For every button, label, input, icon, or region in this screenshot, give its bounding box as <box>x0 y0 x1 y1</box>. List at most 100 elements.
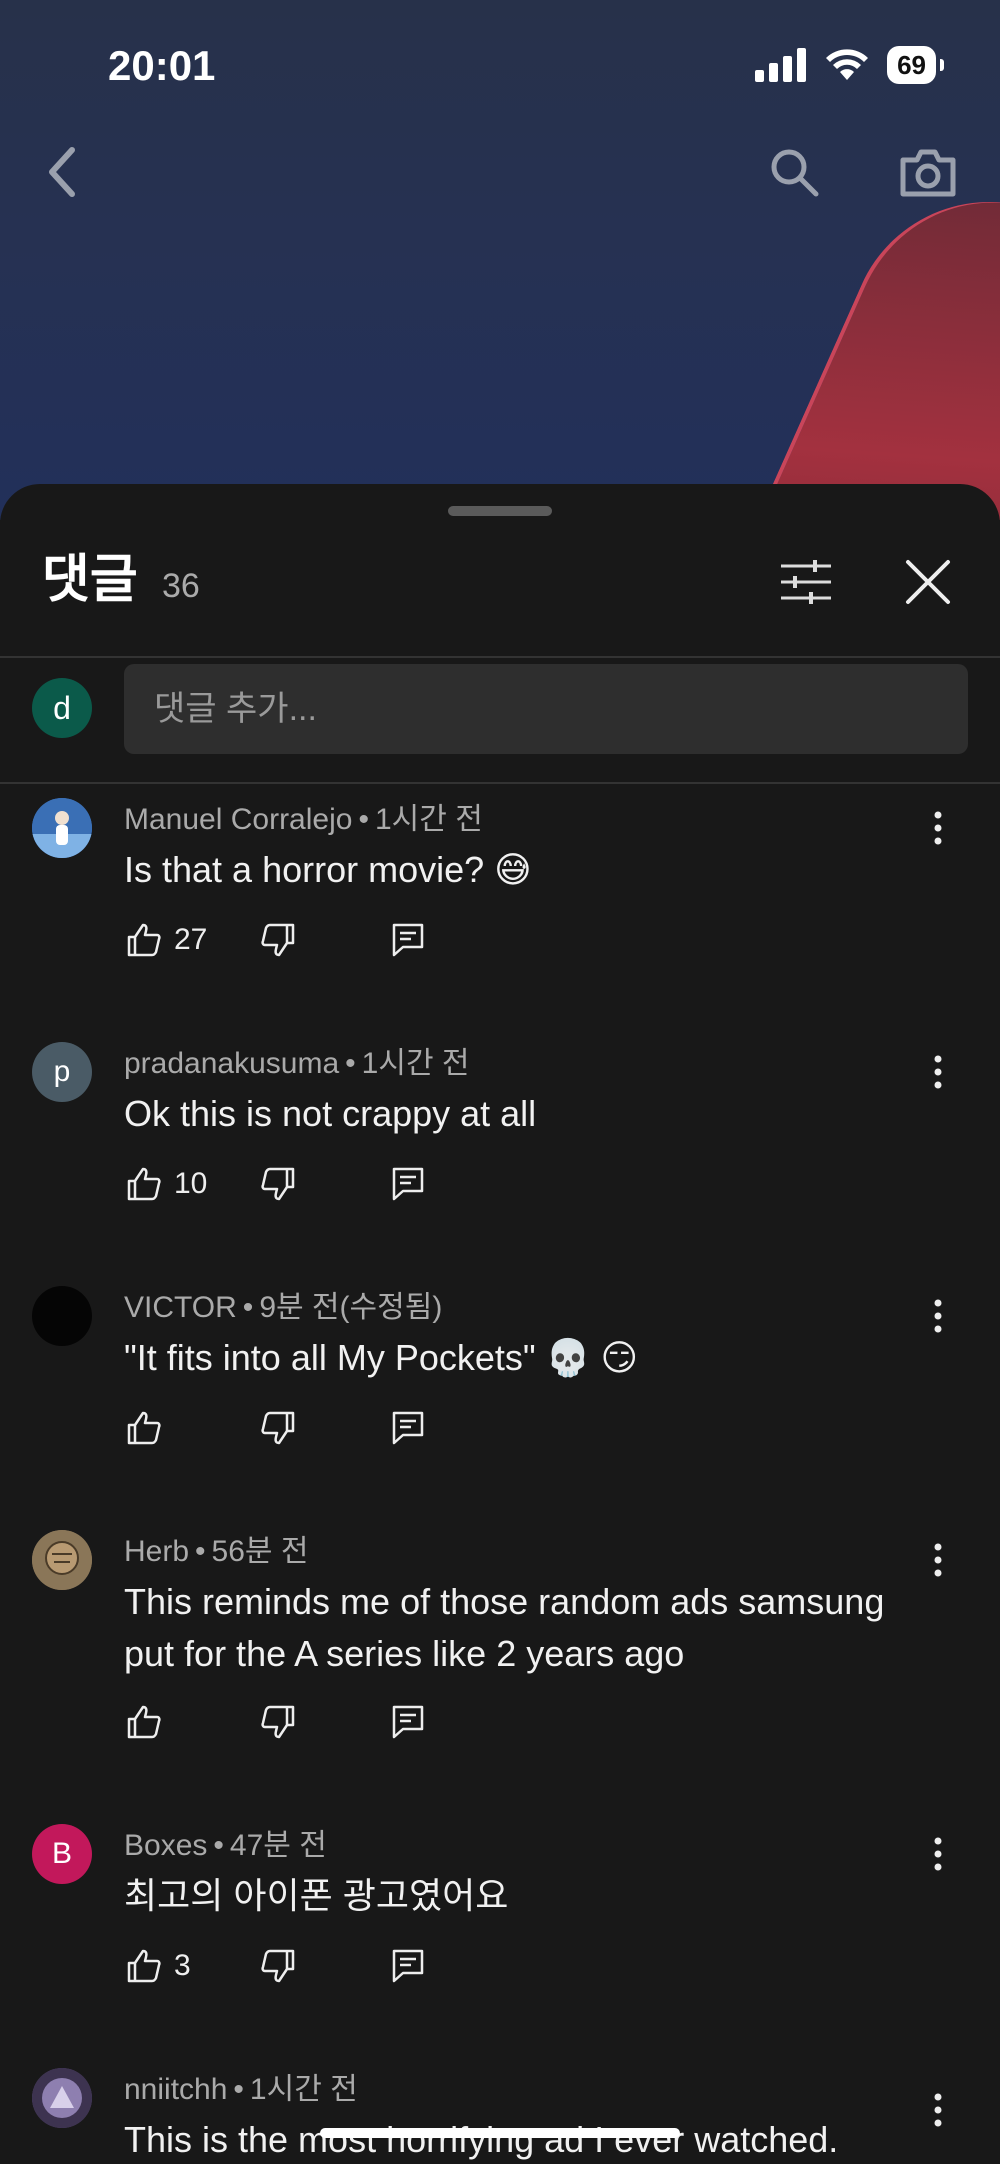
avatar[interactable]: p <box>32 1042 92 1102</box>
like-button[interactable] <box>120 910 168 970</box>
comment-item: p pradanakusuma • 1시간 전 Ok this is not cra… <box>0 1024 1000 1268</box>
comment-time: 56분 전 <box>211 1535 309 1568</box>
dislike-button[interactable] <box>254 1398 302 1458</box>
sheet-drag-handle[interactable] <box>448 506 552 516</box>
more-vertical-icon <box>934 2093 942 2127</box>
comment-text: Ok this is not crappy at all <box>124 1093 537 1134</box>
more-options-button[interactable] <box>906 796 970 860</box>
avatar-photo-icon <box>32 798 92 858</box>
more-vertical-icon <box>934 1837 942 1871</box>
video-frame-red-object <box>747 157 1000 520</box>
reply-button[interactable] <box>384 1154 432 1214</box>
comment-actions: 10 <box>120 1154 432 1214</box>
close-button[interactable] <box>896 550 960 614</box>
reply-comment-icon <box>392 1949 424 1983</box>
avatar[interactable] <box>32 2068 92 2128</box>
comment-actions: 3 <box>120 1936 432 1996</box>
avatar[interactable] <box>32 1530 92 1590</box>
like-button[interactable] <box>120 1154 168 1214</box>
comment-count: 36 <box>162 567 200 605</box>
thumbs-up-icon <box>127 923 161 957</box>
sheet-title: 댓글 <box>42 551 138 609</box>
comment-time: 1시간 전 <box>374 803 483 836</box>
more-vertical-icon <box>934 1299 942 1333</box>
comment-author[interactable]: VICTOR <box>124 1291 237 1324</box>
comment-author[interactable]: Boxes <box>124 1829 207 1862</box>
comment-item: VICTOR • 9분 전(수정됨) "It fits into all My Po… <box>0 1268 1000 1512</box>
my-avatar[interactable]: d <box>32 678 92 738</box>
comment-time: 1시간 전 <box>249 2073 358 2106</box>
comment-author[interactable]: pradanakusuma <box>124 1047 339 1080</box>
comment-actions <box>120 1692 432 1752</box>
comment-time: 9분 전(수정됨) <box>259 1291 443 1324</box>
like-button[interactable] <box>120 1936 168 1996</box>
more-options-button[interactable] <box>906 1528 970 1592</box>
chevron-left-icon <box>49 147 75 197</box>
like-count: 3 <box>174 1949 191 1982</box>
reply-comment-icon <box>392 923 424 957</box>
reply-button[interactable] <box>384 1936 432 1996</box>
home-indicator[interactable] <box>320 2128 680 2138</box>
dislike-button[interactable] <box>254 1154 302 1214</box>
more-options-button[interactable] <box>906 1040 970 1104</box>
like-button[interactable] <box>120 1692 168 1752</box>
comment-author[interactable]: Manuel Corralejo <box>124 803 352 836</box>
thumbs-down-icon <box>261 1411 295 1445</box>
thumbs-up-icon <box>127 1949 161 1983</box>
comment-author[interactable]: Herb <box>124 1535 189 1568</box>
like-button[interactable] <box>120 1398 168 1458</box>
status-icons: 69 <box>755 46 944 84</box>
thumbs-down-icon <box>261 1705 295 1739</box>
comment-author[interactable]: nniitchh <box>124 2073 227 2106</box>
reply-comment-icon <box>392 1167 424 1201</box>
status-bar: 20:01 69 <box>0 0 1000 130</box>
cellular-signal-icon <box>755 48 807 82</box>
comments-sheet: 댓글 36 d 댓글 추가... Manuel Corralejo • 1시간 … <box>0 484 1000 2164</box>
comment-item: nniitchh • 1시간 전 This is the most horrifyi… <box>0 2050 1000 2164</box>
thumbs-up-icon <box>127 1705 161 1739</box>
avatar[interactable] <box>32 1286 92 1346</box>
comment-text: This reminds me of those random ads sams… <box>124 1581 885 1674</box>
comment-text: 최고의 아이폰 광고였어요 <box>124 1875 509 1916</box>
comment-meta: Herb • 56분 전 <box>124 1535 309 1568</box>
sort-filter-button[interactable] <box>774 550 838 614</box>
comment-meta: pradanakusuma • 1시간 전 <box>124 1047 470 1080</box>
add-comment-row: d <box>0 656 1000 764</box>
close-icon <box>906 560 950 604</box>
comment-text: This is the most horrifying ad I ever wa… <box>124 2119 839 2160</box>
reply-button[interactable] <box>384 1398 432 1458</box>
avatar[interactable] <box>32 798 92 858</box>
sheet-header: 댓글 36 <box>0 544 1000 640</box>
avatar-photo-icon <box>32 2068 92 2128</box>
more-options-button[interactable] <box>906 1284 970 1348</box>
more-options-button[interactable] <box>906 2078 970 2142</box>
add-comment-input[interactable] <box>124 664 968 754</box>
avatar[interactable]: B <box>32 1824 92 1884</box>
like-count: 27 <box>174 923 208 956</box>
status-time: 20:01 <box>108 42 216 89</box>
comment-meta: nniitchh • 1시간 전 <box>124 2073 358 2106</box>
reply-comment-icon <box>392 1411 424 1445</box>
comment-meta: Manuel Corralejo • 1시간 전 <box>124 803 483 836</box>
dislike-button[interactable] <box>254 1692 302 1752</box>
comment-time: 47분 전 <box>229 1829 327 1862</box>
comment-time: 1시간 전 <box>361 1047 470 1080</box>
back-button[interactable] <box>30 140 94 204</box>
like-count: 10 <box>174 1167 208 1200</box>
battery-indicator: 69 <box>887 46 944 84</box>
comment-item: Manuel Corralejo • 1시간 전 Is that a horror … <box>0 780 1000 1024</box>
thumbs-up-icon <box>127 1167 161 1201</box>
camera-button[interactable] <box>896 140 960 204</box>
comment-text: "It fits into all My Pockets" 💀 😏 <box>124 1337 639 1378</box>
dislike-button[interactable] <box>254 910 302 970</box>
comment-actions: 27 <box>120 910 432 970</box>
search-button[interactable] <box>762 140 826 204</box>
reply-button[interactable] <box>384 1692 432 1752</box>
avatar-photo-icon <box>32 1530 92 1590</box>
reply-button[interactable] <box>384 910 432 970</box>
dislike-button[interactable] <box>254 1936 302 1996</box>
comment-item: B Boxes • 47분 전 최고의 아이폰 광고였어요 3 <box>0 1806 1000 2050</box>
comment-meta: VICTOR • 9분 전(수정됨) <box>124 1291 443 1324</box>
more-options-button[interactable] <box>906 1822 970 1886</box>
reply-comment-icon <box>392 1705 424 1739</box>
